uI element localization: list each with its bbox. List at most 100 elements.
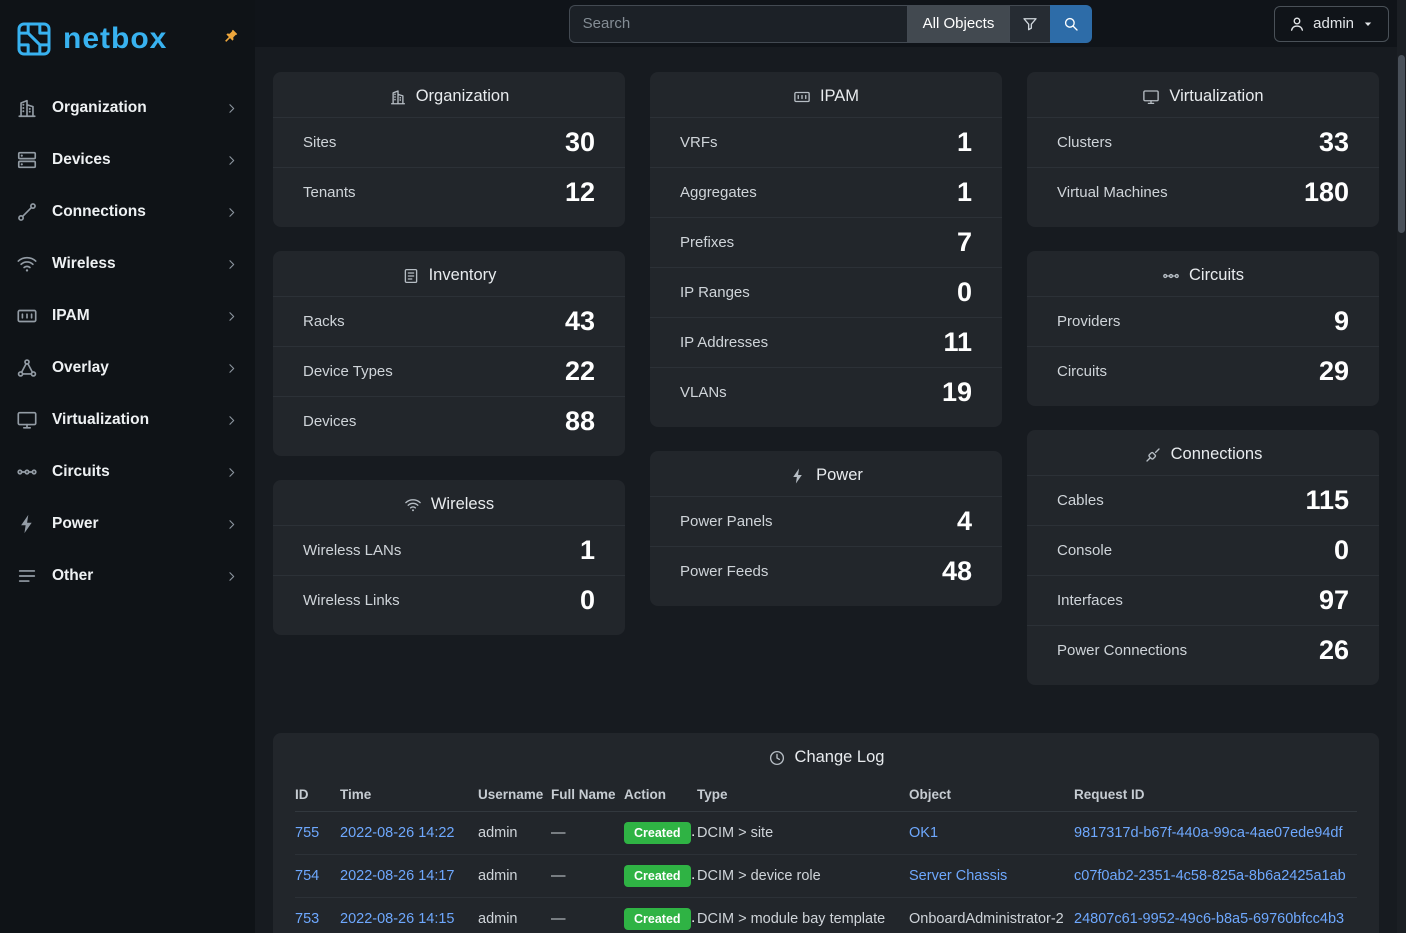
cell-id-link[interactable]: 753 xyxy=(295,911,319,927)
stat-value[interactable]: 1 xyxy=(957,179,972,206)
sidebar-item-virtualization[interactable]: Virtualization xyxy=(0,394,255,446)
cell-id-link[interactable]: 754 xyxy=(295,868,319,884)
netbox-logo[interactable]: netbox xyxy=(14,19,167,59)
scrollbar-track[interactable] xyxy=(1397,0,1406,933)
sidebar-item-organization[interactable]: Organization xyxy=(0,82,255,134)
sidebar-item-other[interactable]: Other xyxy=(0,550,255,602)
stat-value[interactable]: 29 xyxy=(1319,358,1349,385)
cell-id-link[interactable]: 755 xyxy=(295,825,319,841)
stat-value[interactable]: 43 xyxy=(565,308,595,335)
stat-row: Console 0 xyxy=(1027,525,1379,575)
card-title-text: Virtualization xyxy=(1169,87,1263,106)
cell-type: DCIM > module bay template xyxy=(697,898,909,933)
stat-label: Power Connections xyxy=(1057,642,1187,659)
cell-time: 2022-08-26 14:17 xyxy=(340,855,478,898)
stat-label: Wireless Links xyxy=(303,592,400,609)
chevron-right-icon xyxy=(224,517,239,532)
cell-request-id-link[interactable]: 24807c61-9952-49c6-b8a5-69760bfcc4b3 xyxy=(1074,911,1344,927)
sidebar-item-overlay[interactable]: Overlay xyxy=(0,342,255,394)
stat-value[interactable]: 0 xyxy=(1334,537,1349,564)
dashboard-columns: OrganizationSites30Tenants12InventoryRac… xyxy=(273,72,1379,685)
sidebar-nav: OrganizationDevicesConnectionsWireless IP… xyxy=(0,78,255,606)
stat-row: Virtual Machines180 xyxy=(1027,167,1379,217)
stat-row: Power Connections 26 xyxy=(1027,625,1379,675)
filter-button[interactable] xyxy=(1009,5,1050,43)
stat-value[interactable]: 26 xyxy=(1319,637,1349,664)
stat-value[interactable]: 0 xyxy=(957,279,972,306)
stat-label: VRFs xyxy=(680,134,718,151)
stat-value[interactable]: 22 xyxy=(565,358,595,385)
scrollbar-thumb[interactable] xyxy=(1398,55,1405,233)
stat-row: Clusters33 xyxy=(1027,117,1379,167)
stat-label: IP Addresses xyxy=(680,334,768,351)
cell-request-id: 24807c61-9952-49c6-b8a5-69760bfcc4b3 xyxy=(1074,898,1357,933)
cell-time: 2022-08-26 14:15 xyxy=(340,898,478,933)
sidebar-item-wireless[interactable]: Wireless xyxy=(0,238,255,290)
search-button[interactable] xyxy=(1050,5,1092,43)
sidebar-item-circuits[interactable]: Circuits xyxy=(0,446,255,498)
card-title-text: Inventory xyxy=(429,266,497,285)
stat-row: IP Addresses 11 xyxy=(650,317,1002,367)
action-badge: Created xyxy=(624,865,691,887)
sidebar-item-ipam[interactable]: IPAM xyxy=(0,290,255,342)
object-type-button[interactable]: All Objects xyxy=(907,5,1010,43)
sidebar-item-connections[interactable]: Connections xyxy=(0,186,255,238)
topbar: All Objects admin xyxy=(255,0,1406,47)
ipam-icon xyxy=(16,305,38,327)
cell-full-name: — xyxy=(551,812,624,855)
stat-value[interactable]: 0 xyxy=(580,587,595,614)
changelog-table-wrap: IDTimeUsernameFull NameActionTypeObjectR… xyxy=(273,778,1379,933)
inventory-icon xyxy=(402,267,420,285)
stat-value[interactable]: 115 xyxy=(1305,487,1349,514)
cell-time-link[interactable]: 2022-08-26 14:17 xyxy=(340,868,455,884)
changelog-header-row: IDTimeUsernameFull NameActionTypeObjectR… xyxy=(295,778,1357,812)
card-inventory: InventoryRacks43Device Types22Devices88 xyxy=(273,251,625,456)
user-menu-button[interactable]: admin xyxy=(1274,6,1389,42)
chevron-right-icon xyxy=(224,257,239,272)
cell-time-link[interactable]: 2022-08-26 14:15 xyxy=(340,911,455,927)
stat-value[interactable]: 48 xyxy=(942,558,972,585)
stat-label: Power Panels xyxy=(680,513,773,530)
stat-value[interactable]: 11 xyxy=(943,329,972,356)
stat-value[interactable]: 1 xyxy=(580,537,595,564)
stat-value[interactable]: 12 xyxy=(565,179,595,206)
stat-value[interactable]: 30 xyxy=(565,129,595,156)
stat-value[interactable]: 97 xyxy=(1319,587,1349,614)
chevron-right-icon xyxy=(224,465,239,480)
stat-row: IP Ranges0 xyxy=(650,267,1002,317)
card-title-text: Connections xyxy=(1171,445,1263,464)
card-connections: ConnectionsCables115Console0Interfaces97… xyxy=(1027,430,1379,685)
stat-value[interactable]: 33 xyxy=(1319,129,1349,156)
sidebar-item-label: Virtualization xyxy=(52,411,149,429)
col-header-object: Object xyxy=(909,778,1074,812)
stat-value[interactable]: 7 xyxy=(957,229,972,256)
sidebar-item-label: IPAM xyxy=(52,307,90,325)
stat-value[interactable]: 180 xyxy=(1304,179,1349,206)
search-group: All Objects xyxy=(569,5,1093,43)
cell-full-name: — xyxy=(551,898,624,933)
stat-value[interactable]: 19 xyxy=(942,379,972,406)
stat-row: Wireless LANs1 xyxy=(273,525,625,575)
brand-name: netbox xyxy=(63,22,167,56)
cell-request-id-link[interactable]: 9817317d-b67f-440a-99ca-4ae07ede94df xyxy=(1074,825,1342,841)
sidebar-item-devices[interactable]: Devices xyxy=(0,134,255,186)
stat-label: Console xyxy=(1057,542,1112,559)
stat-value[interactable]: 9 xyxy=(1334,308,1349,335)
cell-object: OK1 xyxy=(909,812,1074,855)
card-title-text: Power xyxy=(816,466,863,485)
sidebar-item-power[interactable]: Power xyxy=(0,498,255,550)
cell-request-id: 9817317d-b67f-440a-99ca-4ae07ede94df xyxy=(1074,812,1357,855)
search-input[interactable] xyxy=(569,5,907,43)
cell-object-link[interactable]: OK1 xyxy=(909,825,938,841)
stat-value[interactable]: 88 xyxy=(565,408,595,435)
stat-value[interactable]: 1 xyxy=(957,129,972,156)
cell-time-link[interactable]: 2022-08-26 14:22 xyxy=(340,825,455,841)
sidebar-item-label: Other xyxy=(52,567,93,585)
stat-value[interactable]: 4 xyxy=(957,508,972,535)
col-header-full-name: Full Name xyxy=(551,778,624,812)
cell-request-id-link[interactable]: c07f0ab2-2351-4c58-825a-8b6a2425a1ab xyxy=(1074,868,1346,884)
stat-row: VRFs 1 xyxy=(650,117,1002,167)
pin-icon[interactable] xyxy=(222,28,239,45)
cell-object-link[interactable]: Server Chassis xyxy=(909,868,1007,884)
cell-type: DCIM > site xyxy=(697,812,909,855)
